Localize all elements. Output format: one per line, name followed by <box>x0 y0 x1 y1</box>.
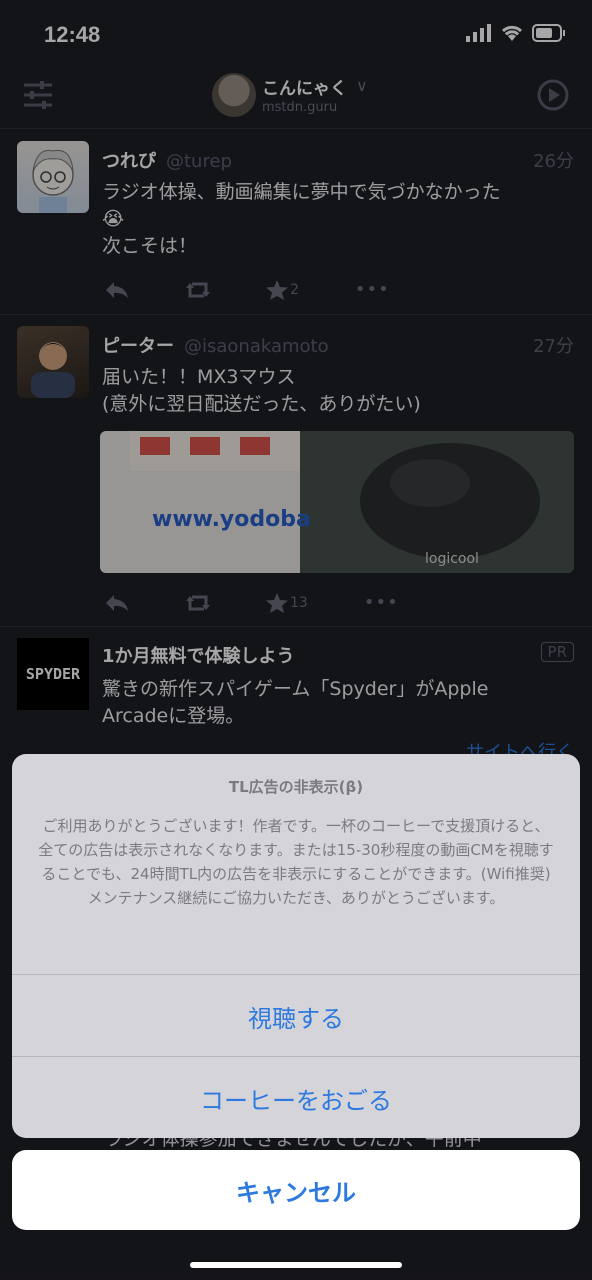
action-sheet: TL広告の非表示(β) ご利用ありがとうございます！作者です。一杯のコーヒーで支… <box>12 754 580 1138</box>
action-sheet-message: ご利用ありがとうございます！作者です。一杯のコーヒーで支援頂けると、全ての広告は… <box>38 817 554 907</box>
cancel-button[interactable]: キャンセル <box>12 1150 580 1230</box>
action-sheet-title: TL広告の非表示(β) <box>228 778 364 796</box>
buy-coffee-button[interactable]: コーヒーをおごる <box>12 1056 580 1138</box>
home-indicator[interactable] <box>190 1262 402 1268</box>
watch-video-button[interactable]: 視聴する <box>12 974 580 1057</box>
